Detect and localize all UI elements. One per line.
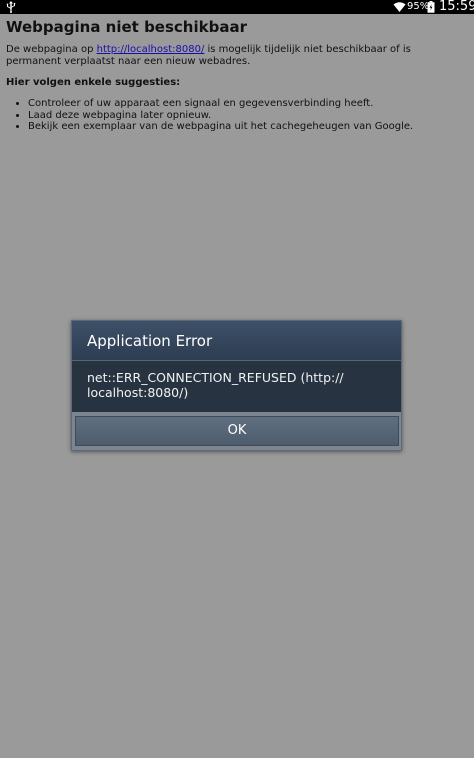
dialog-header: Application Error	[72, 321, 401, 361]
suggestion-item: Controleer of uw apparaat een signaal en…	[28, 98, 413, 110]
dialog-message-line-1: net::ERR_CONNECTION_REFUSED (http://	[87, 370, 344, 385]
intro-text: De webpagina op http://localhost:8080/ i…	[6, 44, 468, 68]
application-error-dialog: Application Error net::ERR_CONNECTION_RE…	[71, 320, 402, 451]
ok-button[interactable]: OK	[75, 416, 399, 446]
page-title: Webpagina niet beschikbaar	[6, 18, 247, 36]
suggestions-list: Controleer of uw apparaat een signaal en…	[6, 98, 413, 133]
suggestions-heading: Hier volgen enkele suggesties:	[6, 77, 181, 88]
intro-text-before-link: De webpagina op	[6, 44, 97, 55]
suggestion-item: Bekijk een exemplaar van de webpagina ui…	[28, 121, 413, 133]
usb-icon	[6, 1, 16, 13]
localhost-link[interactable]: http://localhost:8080/	[97, 44, 205, 55]
wifi-icon	[393, 2, 406, 12]
battery-icon	[427, 1, 435, 13]
suggestion-item: Laad deze webpagina later opnieuw.	[28, 110, 413, 122]
status-bar: 95% 15:59	[0, 0, 474, 14]
clock: 15:59	[439, 0, 474, 14]
dialog-title: Application Error	[87, 332, 213, 350]
battery-percentage: 95%	[407, 1, 430, 12]
dialog-message-line-2: localhost:8080/)	[87, 385, 189, 400]
dialog-button-bar: OK	[72, 412, 401, 450]
dialog-message: net::ERR_CONNECTION_REFUSED (http://loca…	[87, 370, 367, 400]
